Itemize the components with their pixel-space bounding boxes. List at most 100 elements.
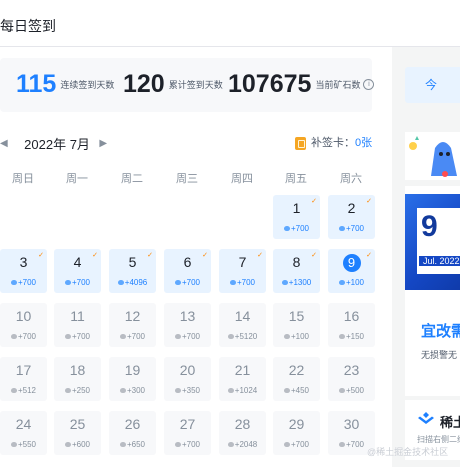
calendar-day-cell[interactable]: 20 +350: [164, 357, 211, 401]
reward-points: +300: [126, 386, 146, 395]
makeup-card-label: 补签卡：: [311, 137, 355, 149]
day-reward: +450: [273, 386, 320, 395]
ore-icon: [117, 280, 124, 286]
calendar-day-cell[interactable]: 9 +100 ✓: [328, 249, 375, 293]
calendar-day-cell[interactable]: 12 +700: [109, 303, 156, 347]
day-reward: +150: [328, 332, 375, 341]
calendar-day-cell[interactable]: 17 +512: [0, 357, 47, 401]
makeup-card-info[interactable]: 补签卡：0张: [295, 134, 372, 150]
checked-icon: ✓: [257, 251, 263, 259]
calendar-day-cell[interactable]: 18 +250: [54, 357, 101, 401]
calendar-day-cell[interactable]: 6 +700 ✓: [164, 249, 211, 293]
day-number: 12: [124, 308, 141, 324]
next-month-icon[interactable]: ▶: [99, 138, 107, 149]
ore-icon: [338, 388, 345, 394]
calendar-day-cell[interactable]: 8 +1300 ✓: [273, 249, 320, 293]
day-reward: +1024: [219, 386, 266, 395]
day-number: 13: [179, 308, 196, 324]
calendar-day-cell[interactable]: 22 +450: [273, 357, 320, 401]
ore-icon: [283, 226, 290, 232]
stats-bar: 115 连续签到天数 120 累计签到天数 107675 当前矿石数 i: [0, 58, 375, 112]
ore-icon: [283, 334, 290, 340]
calendar-day-cell[interactable]: 28 +2048: [219, 411, 266, 455]
calendar-day-cell[interactable]: 14 +5120: [219, 303, 266, 347]
calendar-day-cell[interactable]: 23 +500: [328, 357, 375, 401]
calendar-day-cell[interactable]: 21 +1024: [219, 357, 266, 401]
day-number: 26: [124, 416, 141, 432]
day-number: 28: [234, 416, 251, 432]
sidebar-promo-card[interactable]: 9 Jul. 2022 宜改需 无损警无: [405, 186, 460, 396]
day-reward: +700: [109, 332, 156, 341]
calendar-day-cell[interactable]: 15 +100: [273, 303, 320, 347]
calendar-day-cell[interactable]: 1 +700 ✓: [273, 195, 320, 239]
ore-icon: [64, 334, 71, 340]
ore-label: 当前矿石数: [315, 80, 361, 90]
checked-icon: ✓: [147, 251, 153, 259]
promo-month: Jul. 2022: [419, 256, 460, 266]
day-number: 23: [343, 362, 360, 378]
day-reward: +700: [0, 278, 47, 287]
reward-points: +1300: [288, 278, 312, 287]
today-day-number: 9: [342, 254, 361, 272]
day-number: 30: [343, 416, 360, 432]
calendar-day-cell[interactable]: 26 +650: [109, 411, 156, 455]
brand-logo-icon: [418, 412, 434, 424]
day-reward: +700: [0, 332, 47, 341]
ore-icon: [64, 280, 71, 286]
day-number: 25: [69, 416, 86, 432]
reward-points: +700: [181, 440, 201, 449]
calendar-day-cell[interactable]: 19 +300: [109, 357, 156, 401]
calendar-day-cell[interactable]: 27 +700: [164, 411, 211, 455]
reward-points: +700: [290, 224, 310, 233]
makeup-card-icon: [295, 136, 306, 150]
day-reward: +700: [54, 332, 101, 341]
calendar-day-cell[interactable]: 29 +700: [273, 411, 320, 455]
sidebar-mascot-card[interactable]: [405, 132, 460, 180]
day-number: 21: [234, 362, 251, 378]
day-reward: +512: [0, 386, 47, 395]
calendar-day-cell[interactable]: 5 +4096 ✓: [109, 249, 156, 293]
day-reward: +700: [164, 332, 211, 341]
ore-icon: [283, 388, 290, 394]
checked-icon: ✓: [202, 251, 208, 259]
calendar-day-cell[interactable]: 13 +700: [164, 303, 211, 347]
calendar-day-cell[interactable]: 11 +700: [54, 303, 101, 347]
reward-points: +100: [290, 332, 310, 341]
reward-points: +650: [126, 440, 146, 449]
ore-icon: [283, 442, 290, 448]
info-icon[interactable]: i: [363, 79, 375, 90]
calendar-day-cell[interactable]: 2 +700 ✓: [328, 195, 375, 239]
reward-points: +350: [181, 386, 201, 395]
calendar-day-cell[interactable]: 16 +150: [328, 303, 375, 347]
reward-points: +700: [71, 278, 91, 287]
weekday-label: 周二: [121, 173, 143, 185]
calendar-day-cell[interactable]: 25 +600: [54, 411, 101, 455]
ore-icon: [338, 226, 345, 232]
day-reward: +700: [164, 440, 211, 449]
ore-icon: [10, 280, 17, 286]
day-reward: +100: [273, 332, 320, 341]
reward-points: +250: [71, 386, 91, 395]
checked-icon: ✓: [366, 197, 372, 205]
reward-points: +2048: [234, 440, 258, 449]
stat-total: 120 累计签到天数: [123, 70, 223, 99]
calendar-day-cell[interactable]: 7 +700 ✓: [219, 249, 266, 293]
ore-icon: [119, 442, 126, 448]
prev-month-icon[interactable]: ◀: [0, 138, 8, 149]
reward-points: +100: [345, 278, 365, 287]
day-reward: +700: [273, 224, 320, 233]
ore-icon: [64, 442, 71, 448]
consecutive-days-value: 115: [16, 70, 57, 98]
ore-icon: [281, 280, 288, 286]
day-number: 22: [288, 362, 305, 378]
weekday-label: 周一: [66, 173, 88, 185]
ore-icon: [119, 388, 126, 394]
sidebar-action-button[interactable]: 今: [405, 67, 460, 103]
reward-points: +700: [345, 224, 365, 233]
calendar-day-cell[interactable]: 10 +700: [0, 303, 47, 347]
right-sidebar: 今 9 Jul. 2022 宜改需 无损警无 稀土 扫描右侧二维: [405, 0, 460, 460]
calendar-day-cell[interactable]: 3 +700 ✓: [0, 249, 47, 293]
calendar-day-cell[interactable]: 4 +700 ✓: [54, 249, 101, 293]
calendar-day-cell[interactable]: 24 +550: [0, 411, 47, 455]
day-reward: +100: [328, 278, 375, 287]
